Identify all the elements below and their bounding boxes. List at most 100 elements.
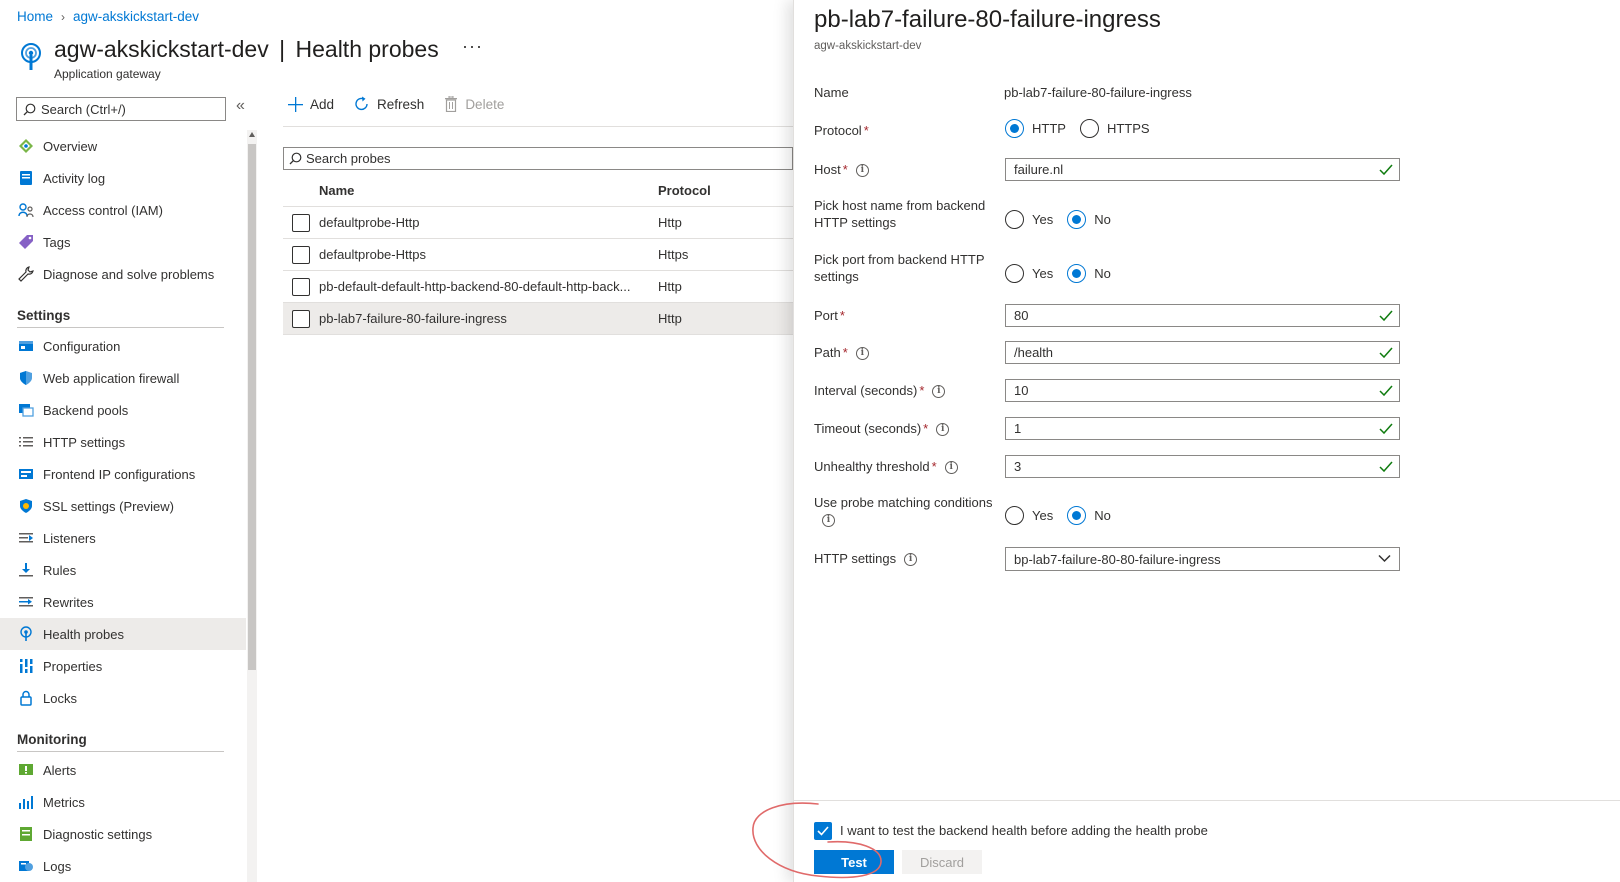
add-button[interactable]: Add (288, 96, 334, 112)
nav-item-activity-log[interactable]: Activity log (0, 162, 246, 194)
nav-item-http-settings[interactable]: HTTP settings (0, 426, 246, 458)
pick-host-yes-radio[interactable]: Yes (1005, 210, 1053, 229)
timeout-input[interactable]: 1 (1005, 417, 1400, 440)
radio-circle[interactable] (1005, 506, 1024, 525)
row-checkbox[interactable] (292, 245, 310, 264)
protocol-https-radio[interactable]: HTTPS (1079, 119, 1150, 138)
info-icon[interactable]: i (855, 347, 869, 361)
breadcrumb-resource-link[interactable]: agw-akskickstart-dev (73, 9, 199, 24)
probe-name-cell[interactable]: pb-lab7-failure-80-failure-ingress (319, 311, 658, 326)
row-checkbox[interactable] (292, 309, 310, 328)
pick-port-no-radio[interactable]: No (1067, 264, 1111, 283)
nav-item-logs[interactable]: Logs (0, 850, 246, 882)
configuration-icon (18, 338, 34, 354)
nav-item-label: Properties (43, 658, 103, 674)
resource-name: agw-akskickstart-dev (54, 36, 269, 62)
interval-label: Interval (seconds) * i (814, 382, 1004, 399)
nav-item-diagnose[interactable]: Diagnose and solve problems (0, 258, 246, 290)
probe-matching-no-radio[interactable]: No (1067, 506, 1111, 525)
probe-name-cell[interactable]: pb-default-default-http-backend-80-defau… (319, 279, 658, 294)
timeout-label: Timeout (seconds) * i (814, 420, 1004, 437)
radio-circle-selected[interactable] (1067, 506, 1087, 525)
nav-item-configuration[interactable]: Configuration (0, 330, 246, 362)
nav-item-locks[interactable]: Locks (0, 682, 246, 714)
nav-item-overview[interactable]: Overview (0, 130, 246, 162)
radio-circle[interactable] (1079, 119, 1099, 138)
http-settings-label: HTTP settings i (814, 550, 994, 567)
logs-icon (18, 858, 34, 874)
row-checkbox[interactable] (292, 277, 310, 296)
info-icon[interactable]: i (932, 385, 946, 399)
nav-item-metrics[interactable]: Metrics (0, 786, 246, 818)
application-gateway-icon (21, 43, 41, 70)
pick-host-no-radio[interactable]: No (1067, 210, 1111, 229)
nav-item-frontend-ip[interactable]: Frontend IP configurations (0, 458, 246, 490)
info-icon[interactable]: i (904, 553, 918, 567)
scrollbar-thumb[interactable] (248, 144, 256, 670)
host-input[interactable]: failure.nl (1005, 158, 1400, 181)
required-marker: * (842, 345, 848, 360)
test-backend-checkbox-label[interactable]: I want to test the backend health before… (840, 823, 1208, 838)
nav-item-rewrites[interactable]: Rewrites (0, 586, 246, 618)
http-settings-dropdown[interactable]: bp-lab7-failure-80-80-failure-ingress (1005, 547, 1400, 571)
radio-circle-selected[interactable] (1067, 210, 1087, 229)
scroll-up-arrow-icon[interactable] (249, 132, 255, 137)
nav-scrollbar[interactable] (247, 130, 257, 882)
probe-name-cell[interactable]: defaultprobe-Http (319, 215, 658, 230)
nav-item-ssl-settings[interactable]: SSL settings (Preview) (0, 490, 246, 522)
radio-label: No (1094, 212, 1111, 227)
protocol-radio-group: HTTP HTTPS (1005, 119, 1164, 138)
radio-label: Yes (1032, 266, 1054, 281)
backend-pool-icon (18, 402, 34, 418)
port-input[interactable]: 80 (1005, 304, 1400, 327)
table-row[interactable]: pb-default-default-http-backend-80-defau… (283, 271, 793, 303)
nav-item-rules[interactable]: Rules (0, 554, 246, 586)
nav-item-alerts[interactable]: Alerts (0, 754, 246, 786)
nav-item-web-application-firewall[interactable]: Web application firewall (0, 362, 246, 394)
unhealthy-threshold-input[interactable]: 3 (1005, 455, 1400, 478)
pick-port-yes-radio[interactable]: Yes (1005, 264, 1053, 283)
discard-button[interactable]: Discard (902, 850, 982, 874)
probes-search-input[interactable]: Search probes (283, 147, 793, 170)
more-options-button[interactable]: ··· (462, 36, 483, 57)
nav-item-access-control[interactable]: Access control (IAM) (0, 194, 246, 226)
nav-item-properties[interactable]: Properties (0, 650, 246, 682)
ssl-shield-icon (18, 498, 34, 514)
refresh-button[interactable]: Refresh (354, 96, 424, 112)
table-row[interactable]: defaultprobe-Https Https (283, 239, 793, 271)
nav-item-tags[interactable]: Tags (0, 226, 246, 258)
nav-item-backend-pools[interactable]: Backend pools (0, 394, 246, 426)
radio-circle[interactable] (1005, 210, 1024, 229)
radio-circle-selected[interactable] (1005, 119, 1024, 138)
test-button[interactable]: Test (814, 850, 894, 874)
test-backend-checkbox[interactable] (814, 822, 832, 840)
radio-circle[interactable] (1005, 264, 1024, 283)
row-checkbox[interactable] (292, 213, 310, 232)
timeout-label-text: Timeout (seconds) (814, 421, 922, 436)
probe-matching-yes-radio[interactable]: Yes (1005, 506, 1053, 525)
column-header-protocol[interactable]: Protocol (658, 183, 788, 198)
info-icon[interactable]: i (944, 461, 958, 475)
column-header-name[interactable]: Name (319, 183, 658, 198)
collapse-nav-button[interactable]: « (236, 97, 245, 115)
table-row-selected[interactable]: pb-lab7-failure-80-failure-ingress Http (283, 303, 793, 335)
info-icon[interactable]: i (936, 423, 950, 437)
radio-label: HTTPS (1106, 121, 1150, 136)
nav-search-input[interactable]: Search (Ctrl+/) (16, 97, 226, 121)
protocol-http-radio[interactable]: HTTP (1005, 119, 1066, 138)
probe-name-cell[interactable]: defaultprobe-Https (319, 247, 658, 262)
info-icon[interactable]: i (822, 514, 835, 528)
nav-item-listeners[interactable]: Listeners (0, 522, 246, 554)
alerts-icon (18, 762, 34, 778)
interval-input[interactable]: 10 (1005, 379, 1400, 402)
delete-button[interactable]: Delete (444, 96, 504, 112)
info-icon[interactable]: i (855, 164, 869, 178)
radio-circle-selected[interactable] (1067, 264, 1087, 283)
nav-item-health-probes[interactable]: Health probes (0, 618, 246, 650)
path-input[interactable]: /health (1005, 341, 1400, 364)
table-row[interactable]: defaultprobe-Http Http (283, 207, 793, 239)
pick-port-label: Pick port from backend HTTP settings (814, 252, 985, 284)
nav-item-diagnostic-settings[interactable]: Diagnostic settings (0, 818, 246, 850)
plus-icon (288, 96, 303, 112)
breadcrumb-home-link[interactable]: Home (17, 9, 53, 24)
